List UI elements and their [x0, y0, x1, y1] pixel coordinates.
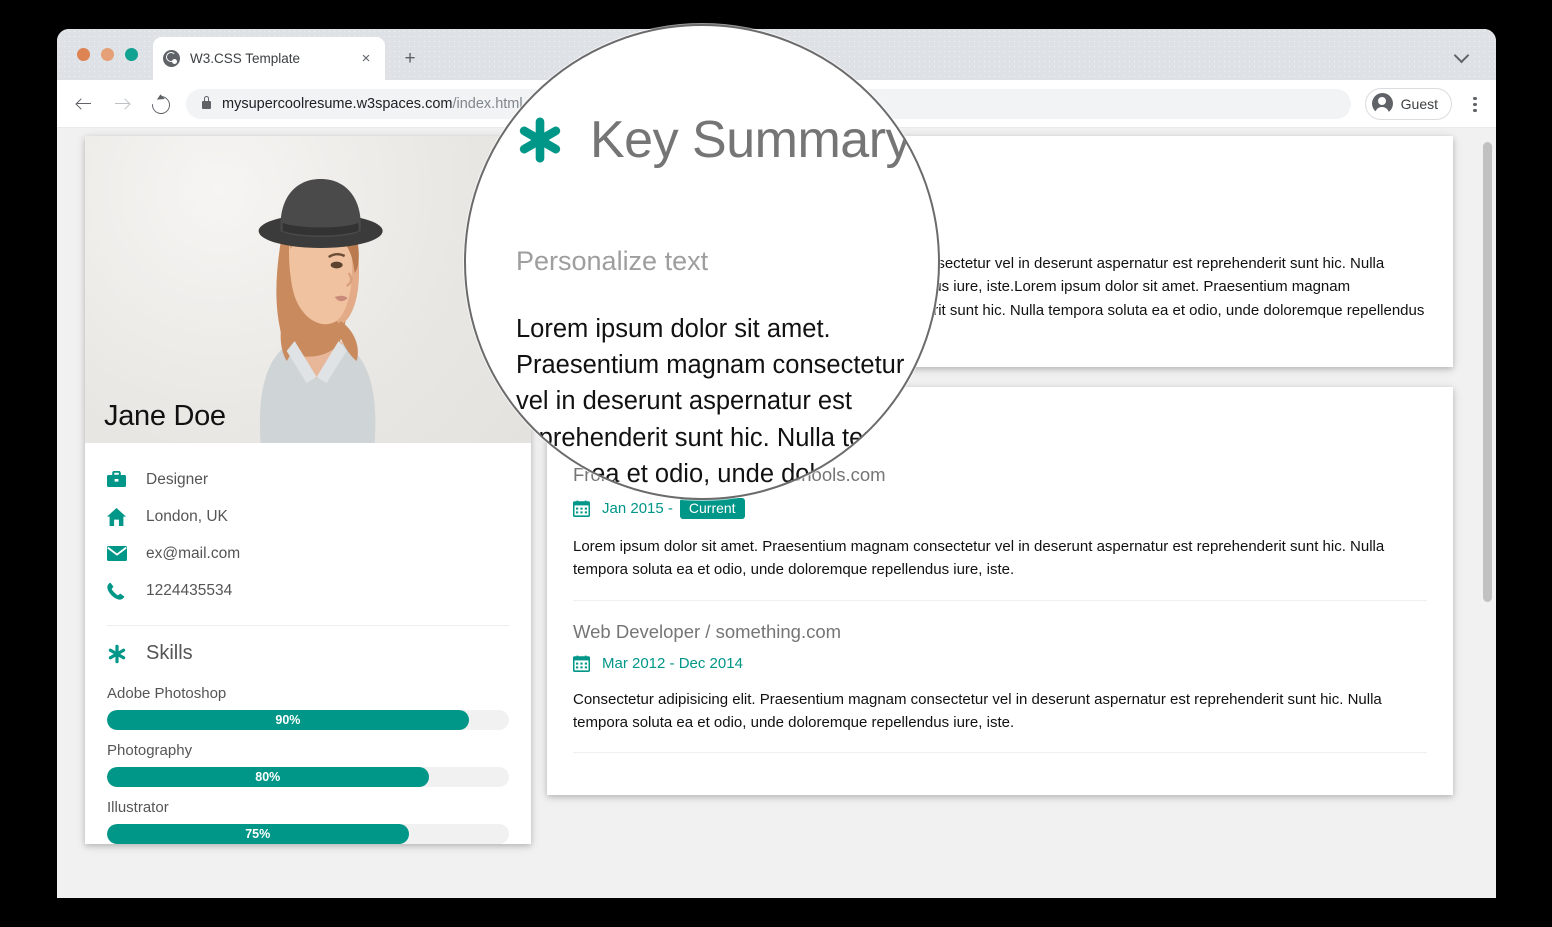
screenshot-stage: W3.CSS Template × + mysupercoolresume.w3…	[0, 0, 1552, 927]
calendar-icon	[573, 655, 590, 672]
browser-tab[interactable]: W3.CSS Template ×	[153, 37, 385, 80]
status-badge: Current	[679, 498, 745, 519]
tab-title: W3.CSS Template	[190, 51, 301, 66]
magnified-body: Lorem ipsum dolor sit amet. Praesentium …	[516, 315, 936, 498]
job-separator	[573, 752, 1427, 753]
skill-item: Adobe Photoshop 90%	[107, 685, 509, 730]
asterisk-icon	[107, 644, 133, 664]
skills-title: Skills	[146, 642, 193, 664]
experience-item: Web Developer / something.com Mar 2012 -…	[573, 620, 1427, 753]
contact-row-location: London, UK	[85, 498, 531, 535]
contact-row-email: ex@mail.com	[85, 535, 531, 572]
forward-arrow-icon	[115, 99, 129, 109]
briefcase-icon	[107, 471, 133, 488]
magnified-subtitle: Personalize text	[516, 246, 709, 276]
asterisk-icon	[516, 116, 564, 164]
profile-name: Jane Doe	[104, 400, 226, 432]
skill-label: Photography	[107, 742, 193, 759]
skill-bar-track: 80%	[107, 767, 509, 787]
contact-text: Designer	[146, 470, 209, 488]
skill-label: Illustrator	[107, 799, 169, 816]
close-icon[interactable]: ×	[357, 50, 375, 68]
contact-list: Designer London, UK ex@mail.com 12244355…	[85, 443, 531, 613]
forward-button[interactable]	[107, 89, 137, 119]
skill-item: Photography 80%	[107, 742, 509, 787]
skill-bar-fill: 75%	[107, 824, 409, 844]
job-description: Lorem ipsum dolor sit amet. Praesentium …	[573, 538, 1385, 579]
skill-bar-track: 90%	[107, 710, 509, 730]
reload-button[interactable]	[145, 89, 175, 119]
job-title: Web Developer / something.com	[573, 620, 842, 642]
envelope-icon	[107, 546, 133, 561]
magnifier-loupe: Key Summary Personalize text Lorem ipsum…	[464, 24, 940, 500]
url-path: /index.html	[452, 95, 523, 112]
skill-label: Adobe Photoshop	[107, 685, 227, 702]
account-avatar-icon	[1371, 93, 1393, 114]
reload-icon	[148, 91, 174, 118]
chevron-down-icon[interactable]	[1455, 50, 1469, 59]
back-arrow-icon	[77, 99, 91, 109]
calendar-icon	[573, 500, 590, 517]
new-tab-button[interactable]: +	[400, 49, 420, 69]
page-scrollbar[interactable]	[1483, 134, 1492, 889]
portrait-photo: Jane Doe	[85, 136, 531, 443]
job-description: Consectetur adipisicing elit. Praesentiu…	[573, 690, 1382, 731]
profile-label: Guest	[1400, 95, 1438, 112]
kebab-menu-icon[interactable]	[1462, 89, 1488, 119]
lock-icon	[202, 96, 211, 109]
contact-text: 1224435534	[146, 581, 233, 599]
profile-button[interactable]: Guest	[1364, 87, 1452, 120]
url-host: mysupercoolresume.w3spaces.com	[222, 95, 453, 112]
contact-row-job: Designer	[85, 461, 531, 498]
skills-list: Adobe Photoshop 90% Photography 80% Illu…	[85, 685, 531, 844]
contact-text: ex@mail.com	[146, 544, 241, 562]
skill-item: Illustrator 75%	[107, 799, 509, 844]
contact-text: London, UK	[146, 507, 228, 525]
close-window-button[interactable]	[77, 48, 90, 61]
portrait-illustration	[258, 179, 383, 443]
window-controls	[77, 48, 138, 61]
maximize-window-button[interactable]	[125, 48, 138, 61]
job-dates: Jan 2015 -	[602, 500, 673, 517]
skill-bar-fill: 90%	[107, 710, 469, 730]
contact-row-phone: 1224435534	[85, 572, 531, 609]
scrollbar-thumb[interactable]	[1483, 142, 1492, 602]
back-button[interactable]	[69, 89, 99, 119]
skills-heading: Skills	[85, 626, 531, 673]
magnified-title: Key Summary	[590, 111, 912, 169]
minimize-window-button[interactable]	[101, 48, 114, 61]
job-dates: Mar 2012 - Dec 2014	[602, 654, 743, 672]
phone-icon	[107, 582, 133, 600]
job-separator	[573, 599, 1427, 601]
skill-bar-track: 75%	[107, 824, 509, 844]
globe-icon	[163, 50, 180, 67]
skill-bar-fill: 80%	[107, 767, 429, 787]
home-icon	[107, 507, 133, 526]
